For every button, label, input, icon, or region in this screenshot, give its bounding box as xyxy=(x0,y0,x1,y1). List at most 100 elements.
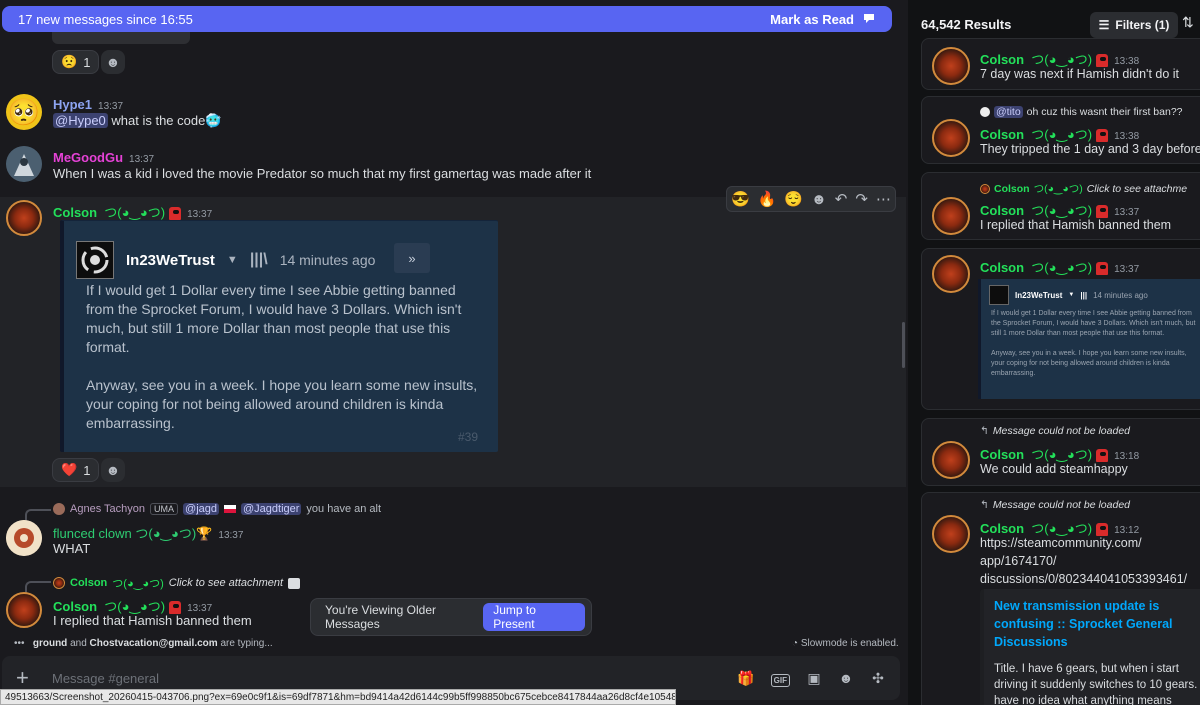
gif-icon[interactable]: GIF xyxy=(770,670,790,687)
message-flunced-clown: WHAT xyxy=(53,541,91,556)
result-link[interactable]: https://steamcommunity.com/ xyxy=(980,536,1142,550)
result-reply: @tito oh cuz this wasnt their first ban?? xyxy=(980,106,1183,118)
avatar-flunced-clown[interactable] xyxy=(6,520,42,556)
uma-badge: UMA xyxy=(150,503,179,515)
message-colson: I replied that Hamish banned them xyxy=(53,613,252,628)
jump-to-present-button[interactable]: Jump to Present xyxy=(483,603,585,631)
message-input[interactable] xyxy=(52,670,722,686)
reply-avatar xyxy=(53,577,65,589)
more-options-icon[interactable]: ⋯ xyxy=(876,190,891,208)
message-hype1: @Hype0 what is the code🥶 xyxy=(53,113,222,128)
result-text: 7 day was next if Hamish didn't do it xyxy=(980,67,1180,81)
avatar-hype1[interactable]: 🥺 xyxy=(6,94,42,130)
slowmode-indicator: ◔ Slowmode is enabled. xyxy=(792,638,899,649)
results-count: 64,542 Results xyxy=(921,16,1012,32)
result-author: Colson つ(◕‿◕つ) 13:12 xyxy=(980,521,1140,537)
image-icon xyxy=(288,577,301,589)
chat-area: 17 new messages since 16:55 Mark as Read… xyxy=(0,0,906,705)
new-messages-banner[interactable]: 17 new messages since 16:55 Mark as Read xyxy=(2,6,892,32)
reply-preview[interactable]: Colson つ(◕‿◕つ) Click to see attachment xyxy=(25,575,301,593)
add-reaction-button[interactable]: ☻ xyxy=(101,50,125,74)
result-reply: ↰ Message could not be loaded xyxy=(980,499,1130,511)
reply-arrow-icon: ↰ xyxy=(980,425,989,437)
embed-post-number: #39 xyxy=(457,430,478,444)
apps-icon[interactable]: ✣ xyxy=(870,670,886,687)
avatar-colson xyxy=(932,47,970,85)
reply-icon[interactable]: ↶ xyxy=(835,190,848,208)
flag-icon xyxy=(224,505,236,513)
search-result[interactable]: ↰ Message could not be loaded Colson つ(◕‿… xyxy=(921,492,1200,705)
sticker-icon[interactable]: ▣ xyxy=(806,670,822,687)
plus-icon[interactable]: + xyxy=(16,665,40,691)
message-hover-toolbar: 😎 🔥 😌 ☻ ↶ ↷ ⋯ xyxy=(726,186,896,212)
timer-icon: ◔ xyxy=(792,638,799,649)
embed-time: 14 minutes ago xyxy=(279,252,376,268)
add-reaction-icon[interactable]: ☻ xyxy=(811,191,827,208)
crewmate-icon xyxy=(1096,129,1109,143)
link-embed: New transmission update is confusing :: … xyxy=(980,589,1200,705)
avatar-colson xyxy=(932,515,970,553)
search-result[interactable]: Colson つ(◕‿◕つ) 13:37 In23WeTrust ▼ ||| 14 mi… xyxy=(921,248,1200,410)
avatar-colson[interactable] xyxy=(6,592,42,628)
screenshot-embed[interactable]: In23WeTrust ▼ |||\ 14 minutes ago » If I… xyxy=(60,220,498,452)
avatar-megoodgu[interactable] xyxy=(6,146,42,182)
reply-preview[interactable]: Agnes Tachyon UMA @jagd @Jagdtiger you h… xyxy=(25,503,381,521)
mark-read-icon xyxy=(862,11,876,28)
author-megoodgu[interactable]: MeGoodGu 13:37 xyxy=(53,150,154,165)
link-embed-title[interactable]: New transmission update is confusing :: … xyxy=(994,597,1200,651)
quick-react-relieved[interactable]: 😌 xyxy=(784,190,803,208)
embed-username: In23WeTrust xyxy=(126,251,215,269)
result-link[interactable]: discussions/0/802344041053393461/ xyxy=(980,572,1187,586)
avatar-colson[interactable] xyxy=(6,200,42,236)
result-author: Colson つ(◕‿◕つ) 13:37 xyxy=(980,260,1140,276)
result-author: Colson つ(◕‿◕つ) 13:37 xyxy=(980,203,1140,219)
reply-arrow-icon: ↰ xyxy=(980,499,989,511)
filter-icon: ☰ xyxy=(1098,18,1110,32)
mark-as-read-button[interactable]: Mark as Read xyxy=(770,11,876,28)
search-result[interactable]: Colson つ(◕‿◕つ) Click to see attachme Colso… xyxy=(921,172,1200,240)
result-text: They tripped the 1 day and 3 day before xyxy=(980,142,1200,156)
spiral-logo-icon xyxy=(76,241,114,279)
crewmate-icon xyxy=(1096,205,1109,219)
embed-body: If I would get 1 Dollar every time I see… xyxy=(86,282,478,431)
avatar-colson xyxy=(932,441,970,479)
spiral-logo-icon xyxy=(989,285,1009,305)
avatar-colson xyxy=(932,197,970,235)
message-megoodgu: When I was a kid i loved the movie Preda… xyxy=(53,166,592,181)
quick-react-fire[interactable]: 🔥 xyxy=(758,190,777,208)
emoji-icon[interactable]: ☻ xyxy=(838,670,854,686)
embed-header: In23WeTrust ▼ |||\ 14 minutes ago xyxy=(76,241,375,279)
reaction-heart[interactable]: ❤️ 1 xyxy=(52,458,100,482)
author-colson[interactable]: Colson つ(◕‿◕つ) 13:37 xyxy=(53,202,212,221)
add-reaction-button[interactable]: ☻ xyxy=(101,458,125,482)
typing-dots-icon: ••• xyxy=(14,638,25,649)
result-text: We could add steamhappy xyxy=(980,462,1128,476)
gift-icon[interactable]: 🎁 xyxy=(737,670,754,687)
result-text: I replied that Hamish banned them xyxy=(980,218,1172,232)
smile-icon: ☻ xyxy=(105,462,121,478)
crewmate-icon xyxy=(1096,449,1109,463)
forward-icon[interactable]: ↷ xyxy=(855,190,868,208)
search-results-panel: 64,542 Results ☰ Filters (1) ⇅ Colson つ(◕… xyxy=(908,0,1200,705)
sort-icon[interactable]: ⇅ xyxy=(1182,14,1194,31)
search-result[interactable]: ↰ Message could not be loaded Colson つ(◕‿… xyxy=(921,418,1200,486)
crewmate-icon xyxy=(1096,262,1109,276)
reaction-sad[interactable]: 😟 1 xyxy=(52,50,100,74)
image-attachment-stub[interactable] xyxy=(52,30,190,44)
library-icon: |||\ xyxy=(249,251,268,268)
link-embed-description: Title. I have 6 gears, but when i start … xyxy=(994,663,1198,705)
new-messages-text: 17 new messages since 16:55 xyxy=(18,11,193,27)
result-link[interactable]: app/1674170/ xyxy=(980,554,1056,568)
search-result[interactable]: @tito oh cuz this wasnt their first ban??… xyxy=(921,96,1200,164)
result-reply: ↰ Message could not be loaded xyxy=(980,425,1130,437)
author-hype1[interactable]: Hype1 13:37 xyxy=(53,97,123,112)
author-flunced-clown[interactable]: flunced clown つ(◕‿◕つ)🏆 13:37 xyxy=(53,523,243,542)
quick-react-cool[interactable]: 😎 xyxy=(731,190,750,208)
scrollbar[interactable] xyxy=(902,322,905,368)
result-author: Colson つ(◕‿◕つ) 13:38 xyxy=(980,127,1140,143)
search-result[interactable]: Colson つ(◕‿◕つ) 13:38 7 day was next if Ha… xyxy=(921,38,1200,90)
status-bar-url: 49513663/Screenshot_20260415-043706.png?… xyxy=(0,689,676,705)
mention-hype0[interactable]: @Hype0 xyxy=(53,113,108,128)
result-author: Colson つ(◕‿◕つ) 13:38 xyxy=(980,52,1140,68)
filters-button[interactable]: ☰ Filters (1) xyxy=(1090,12,1178,38)
